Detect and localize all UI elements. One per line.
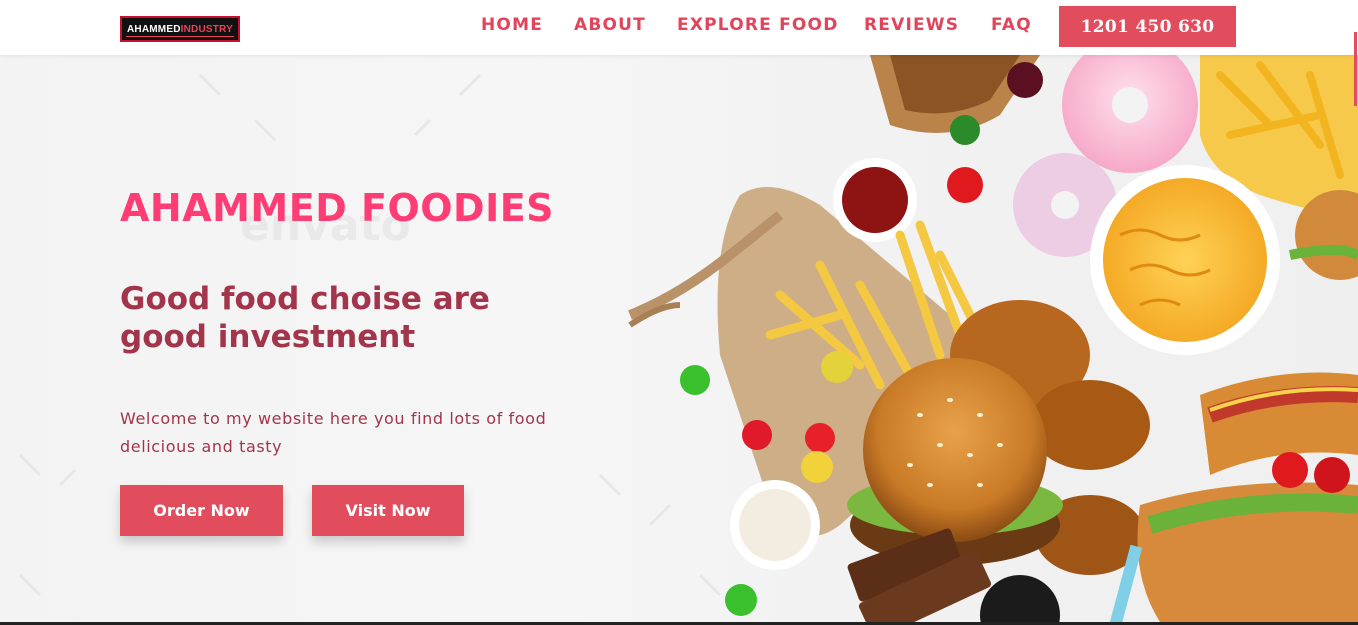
hero-title: AHAMMED FOODIES [120,186,555,230]
hero-section: envato AHAMMED FOODIES Good food choise … [0,55,1358,622]
phone-button[interactable]: 1201 450 630 [1059,6,1236,47]
scroll-accent [1354,32,1357,106]
logo-underline [126,36,234,37]
site-header: AHAMMEDINDUSTRY HOME ABOUT EXPLORE FOOD … [0,0,1358,55]
food-illustration [628,55,1358,622]
nav-reviews[interactable]: REVIEWS [864,15,959,35]
nav-faq[interactable]: FAQ [991,15,1032,35]
nav-home[interactable]: HOME [481,15,543,35]
logo-text: AHAMMEDINDUSTRY [127,23,233,35]
nav-about[interactable]: ABOUT [574,15,646,35]
hero-subtitle: Good food choise are good investment [120,281,490,355]
visit-now-button[interactable]: Visit Now [312,485,464,536]
nav-explore-food[interactable]: EXPLORE FOOD [677,15,839,35]
order-now-button[interactable]: Order Now [120,485,283,536]
hero-description: Welcome to my website here you find lots… [120,409,547,456]
brand-logo[interactable]: AHAMMEDINDUSTRY [120,16,240,42]
